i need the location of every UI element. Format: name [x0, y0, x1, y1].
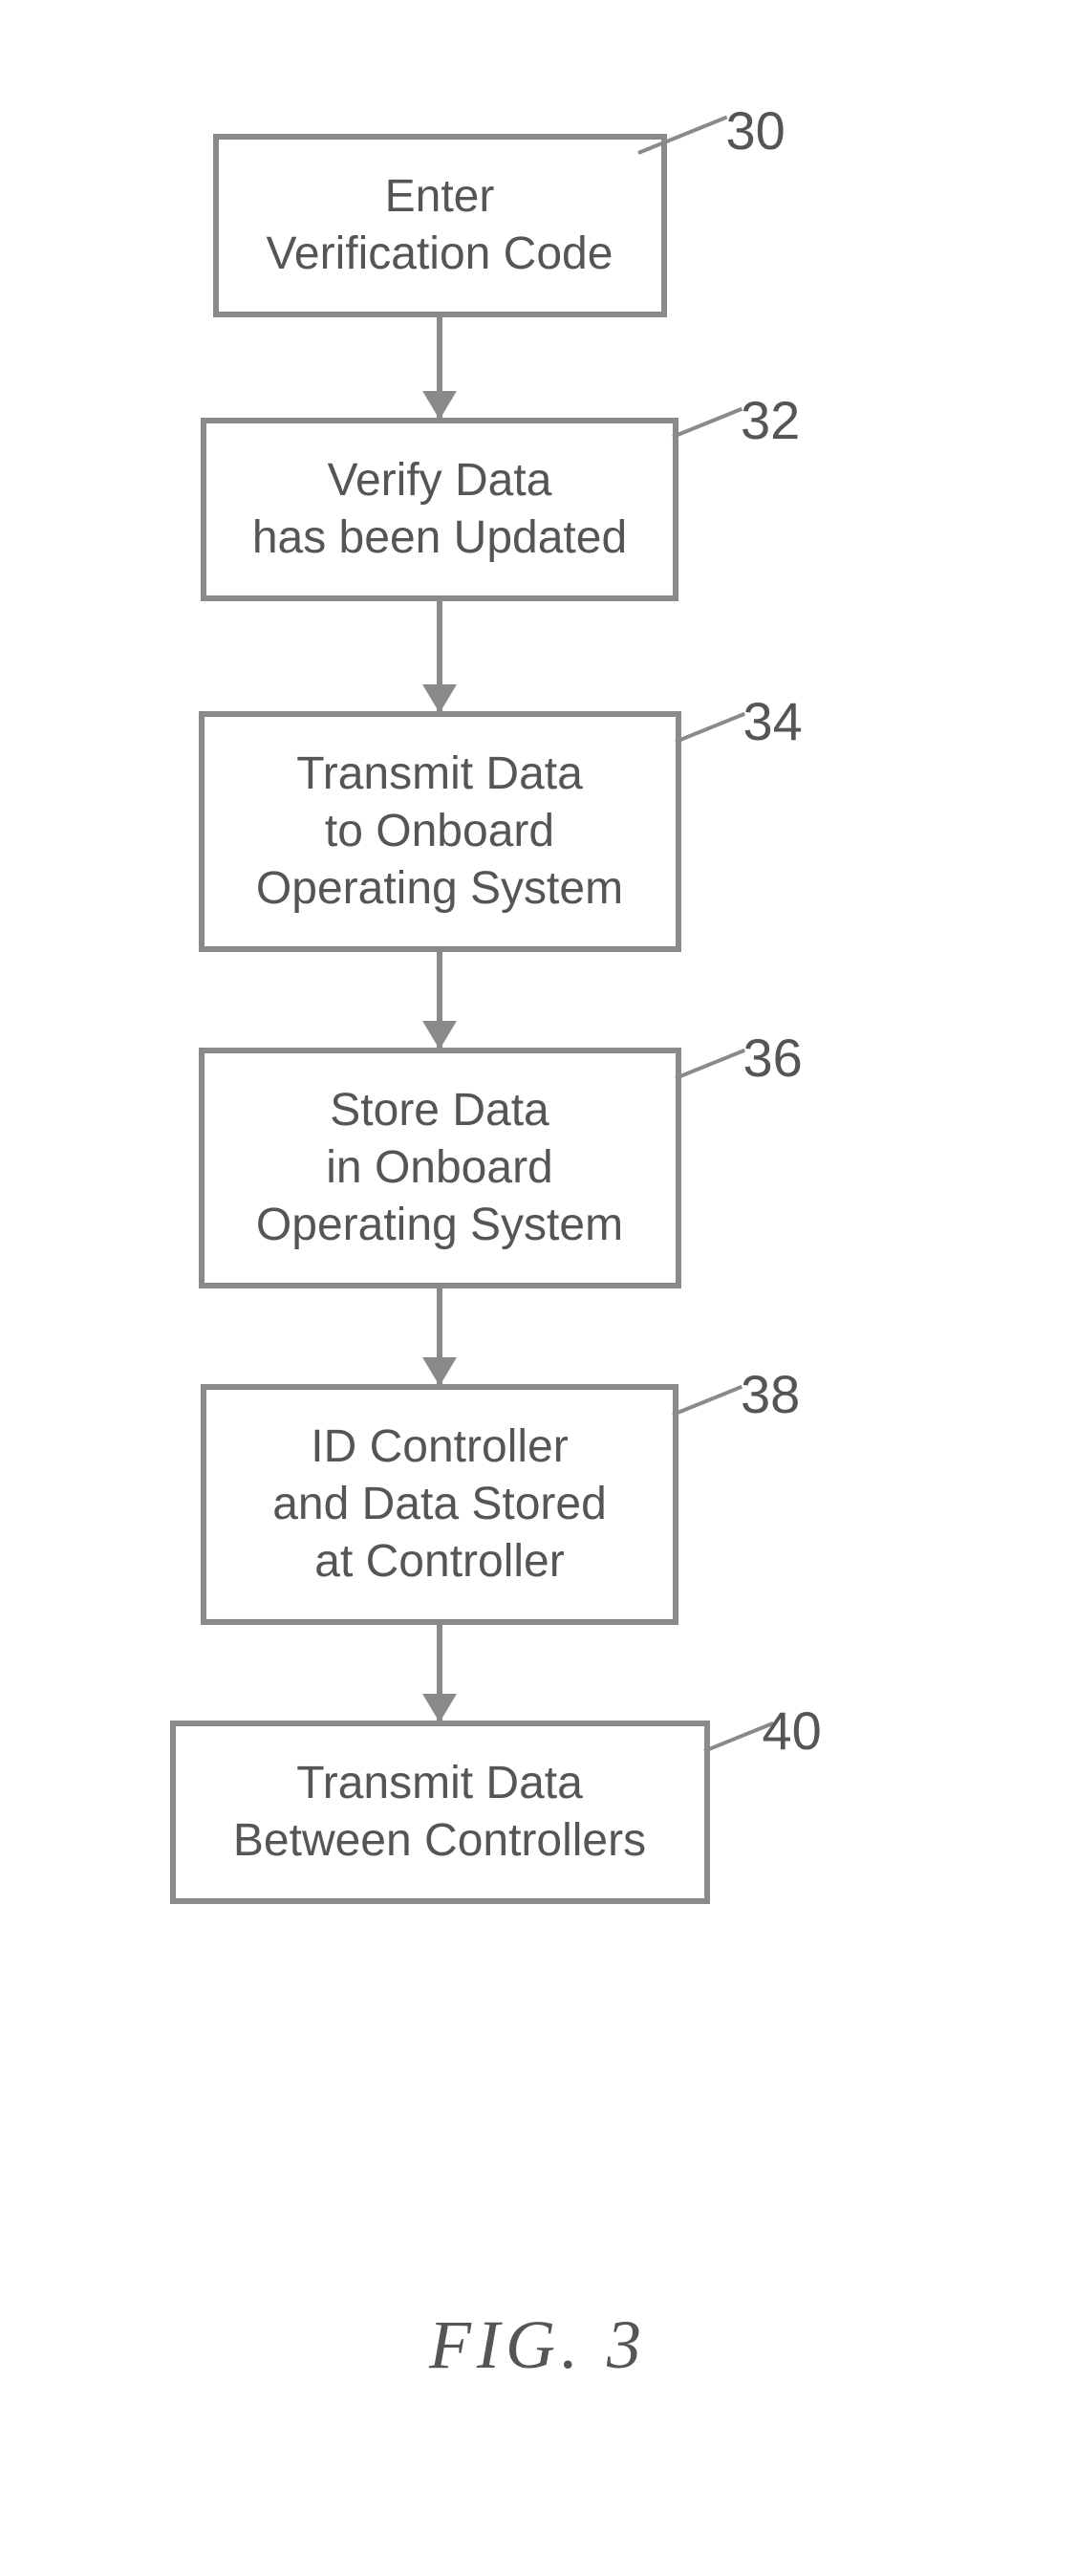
- step-text-line: in Onboard: [326, 1142, 553, 1193]
- flowchart-step-40: Transmit DataBetween Controllers40: [172, 1721, 904, 1904]
- flow-arrow: [172, 1288, 707, 1384]
- step-text-line: Operating System: [256, 1200, 623, 1250]
- step-reference-number: 38: [741, 1363, 800, 1425]
- flowchart-step-36: Store Datain OnboardOperating System36: [172, 1048, 904, 1288]
- flowchart-step-38: ID Controller and Data Stored at Controlle…: [172, 1384, 904, 1625]
- arrow-head-icon: [422, 391, 457, 420]
- step-text-line: Verify Data: [328, 455, 552, 506]
- step-text-line: Transmit Data: [296, 1758, 583, 1808]
- flowchart-container: EnterVerification Code30Verify Datahas b…: [172, 134, 904, 1904]
- step-text-line: to Onboard: [325, 806, 554, 856]
- step-box: Store Data in Onboard Operating System: [199, 1048, 681, 1288]
- step-box: Transmit Data Between Controllers: [170, 1721, 710, 1904]
- step-box: ID Controller and Data Stored at Controlle…: [201, 1384, 678, 1625]
- step-text-line: Transmit Data: [296, 748, 583, 799]
- step-box: Enter Verification Code: [213, 134, 667, 317]
- step-reference-number: 34: [743, 690, 803, 752]
- step-text-line: has been Updated: [252, 512, 627, 563]
- flow-arrow: [172, 317, 707, 418]
- step-reference-number: 30: [726, 99, 785, 162]
- flowchart-step-32: Verify Datahas been Updated32: [172, 418, 904, 601]
- arrow-head-icon: [422, 1357, 457, 1386]
- step-box: Transmit Data to Onboard Operating System: [199, 711, 681, 952]
- arrow-head-icon: [422, 1021, 457, 1050]
- arrow-head-icon: [422, 684, 457, 713]
- flowchart-step-34: Transmit Datato OnboardOperating System3…: [172, 711, 904, 952]
- step-text-line: Store Data: [330, 1085, 549, 1136]
- step-reference-number: 40: [763, 1699, 822, 1762]
- arrow-head-icon: [422, 1694, 457, 1722]
- step-box: Verify Data has been Updated: [201, 418, 678, 601]
- step-reference-number: 32: [741, 389, 800, 451]
- step-text-line: ID Controller: [311, 1421, 568, 1472]
- step-reference-number: 36: [743, 1027, 803, 1089]
- flowchart-step-30: EnterVerification Code30: [172, 134, 904, 317]
- flow-arrow: [172, 1625, 707, 1721]
- flow-arrow: [172, 952, 707, 1048]
- step-text-line: Operating System: [256, 863, 623, 914]
- flow-arrow: [172, 601, 707, 711]
- figure-caption: FIG. 3: [0, 2305, 1076, 2385]
- step-text-line: at Controller: [314, 1536, 564, 1587]
- step-text-line: and Data Stored: [272, 1479, 607, 1529]
- step-text-line: Between Controllers: [233, 1815, 646, 1866]
- step-text-line: Enter: [385, 171, 495, 222]
- step-text-line: Verification Code: [267, 228, 613, 279]
